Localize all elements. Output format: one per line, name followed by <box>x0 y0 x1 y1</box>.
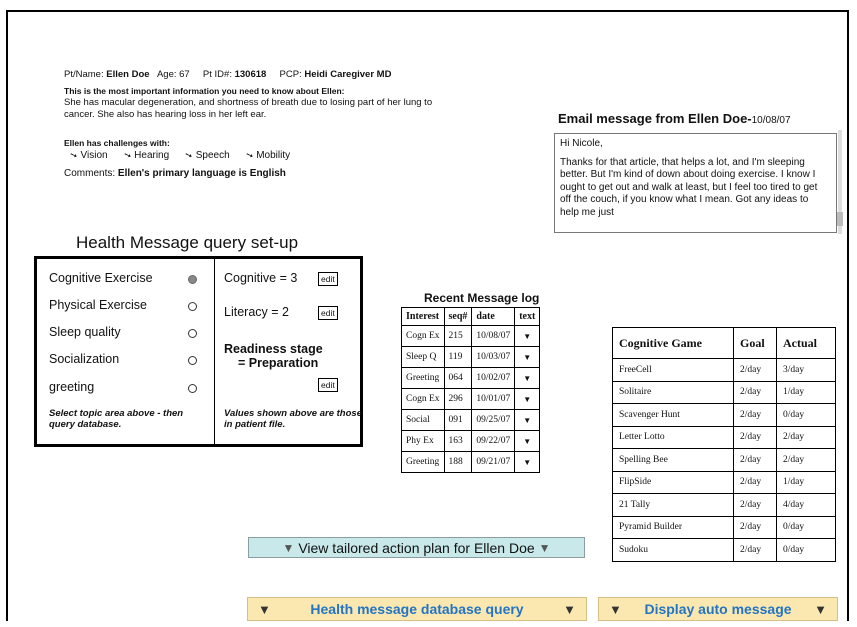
table-row: Pyramid Builder 2/day 0/day <box>612 515 836 539</box>
table-row: Letter Lotto 2/day 2/day <box>612 425 836 449</box>
table-row[interactable]: Greeting 064 10/02/07 ▼ <box>401 367 541 389</box>
cognitive-game-table: Cognitive Game Goal Actual FreeCell 2/day… <box>612 327 836 562</box>
table-row: Sudoku 2/day 0/day <box>612 538 836 562</box>
arrow-icon: ➘ <box>183 149 195 162</box>
pcp-label: PCP: <box>279 69 302 80</box>
patient-description: She has macular degeneration, and shortn… <box>64 97 433 120</box>
display-auto-message-button[interactable]: ▼ Display auto message ▼ <box>598 597 838 621</box>
arrow-icon: ➘ <box>68 149 79 162</box>
message-log-table: Interest seq# date text Cogn Ex 215 10/08/… <box>401 307 541 473</box>
triangle-down-icon: ▼ <box>258 601 271 617</box>
table-row: Scavenger Hunt 2/day 0/day <box>612 403 836 427</box>
radio-cognitive-exercise[interactable] <box>188 275 197 284</box>
patient-name: Ellen Doe <box>106 69 150 80</box>
id-label: Pt ID#: <box>202 69 232 80</box>
topic-sleep-quality[interactable]: Sleep quality <box>49 325 121 339</box>
readiness-stage: Readiness stage = Preparation <box>224 342 323 370</box>
triangle-down-icon: ▼ <box>609 601 622 617</box>
literacy-value: Literacy = 2 <box>224 305 289 319</box>
radio-sleep-quality[interactable] <box>188 329 197 338</box>
radio-socialization[interactable] <box>188 356 197 365</box>
table-row[interactable]: Cogn Ex 215 10/08/07 ▼ <box>401 325 541 347</box>
message-log-title: Recent Message log <box>424 291 540 305</box>
comments-label: Comments: <box>64 168 116 179</box>
table-row: Solitaire 2/day 1/day <box>612 380 836 404</box>
patient-pcp: Heidi Caregiver MD <box>304 69 392 80</box>
challenge-vision: ➘ Vision <box>68 149 108 162</box>
patient-id: 130618 <box>234 69 267 80</box>
table-row[interactable]: Phy Ex 163 09/22/07 ▼ <box>401 430 541 452</box>
comments: Comments: Ellen's primary language is En… <box>64 168 286 179</box>
table-row[interactable]: Cogn Ex 296 10/01/07 ▼ <box>401 388 541 410</box>
topic-socialization[interactable]: Socialization <box>49 352 119 366</box>
query-setup-panel: Cognitive Exercise Physical Exercise Sle… <box>34 256 363 447</box>
challenge-mobility: ➘ Mobility <box>244 149 291 162</box>
edit-readiness-button[interactable]: edit <box>318 378 338 392</box>
arrow-icon: ➘ <box>121 149 133 162</box>
table-row[interactable]: Greeting 188 09/21/07 ▼ <box>401 451 541 473</box>
triangle-down-icon: ▼ <box>563 601 576 617</box>
challenge-speech: ➘ Speech <box>183 149 230 162</box>
topic-greeting[interactable]: greeting <box>49 380 94 394</box>
table-row: FreeCell 2/day 3/day <box>612 358 836 382</box>
view-action-plan-button[interactable]: ▼ View tailored action plan for Ellen Do… <box>248 537 585 558</box>
table-header-row: Interest seq# date text <box>401 307 541 326</box>
table-row[interactable]: Social 091 09/25/07 ▼ <box>401 409 541 431</box>
panel-divider <box>214 259 215 444</box>
table-row: FlipSide 2/day 1/day <box>612 470 836 494</box>
edit-cognitive-button[interactable]: edit <box>318 272 338 286</box>
view-text-icon[interactable]: ▼ <box>514 367 541 389</box>
name-label: Pt/Name: <box>64 69 104 80</box>
scrollbar-thumb[interactable] <box>837 212 843 226</box>
email-message-box[interactable]: Hi Nicole, Thanks for that article, that… <box>554 133 837 233</box>
comments-text: Ellen's primary language is English <box>117 168 286 179</box>
table-header-row: Cognitive Game Goal Actual <box>612 327 836 359</box>
email-body: Thanks for that article, that helps a lo… <box>560 156 818 218</box>
values-hint: Values shown above are those in patient … <box>224 408 362 430</box>
topic-hint: Select topic area above - then query dat… <box>49 408 184 430</box>
triangle-down-icon: ▼ <box>282 540 295 555</box>
email-date: 10/08/07 <box>751 115 791 126</box>
table-row: 21 Tally 2/day 4/day <box>612 493 836 517</box>
view-text-icon[interactable]: ▼ <box>514 325 541 347</box>
triangle-down-icon: ▼ <box>538 540 551 555</box>
view-text-icon[interactable]: ▼ <box>514 430 541 452</box>
health-message-query-button[interactable]: ▼ Health message database query ▼ <box>247 597 587 621</box>
arrow-icon: ➘ <box>244 149 255 162</box>
age-label: Age: <box>156 69 177 80</box>
email-title: Email message from Ellen Doe-10/08/07 <box>558 111 791 126</box>
triangle-down-icon: ▼ <box>814 601 827 617</box>
edit-literacy-button[interactable]: edit <box>318 306 338 320</box>
radio-greeting[interactable] <box>188 384 197 393</box>
patient-info-line: Pt/Name: Ellen Doe Age: 67 Pt ID#: 13061… <box>64 69 391 80</box>
query-title: Health Message query set-up <box>76 233 299 252</box>
view-text-icon[interactable]: ▼ <box>514 388 541 410</box>
email-greeting: Hi Nicole, <box>560 138 603 149</box>
table-row[interactable]: Sleep Q 119 10/03/07 ▼ <box>401 346 541 368</box>
view-text-icon[interactable]: ▼ <box>514 451 541 473</box>
cognitive-value: Cognitive = 3 <box>224 271 298 285</box>
challenge-hearing: ➘ Hearing <box>121 149 170 162</box>
important-note: This is the most important information y… <box>64 86 345 96</box>
challenges-title: Ellen has challenges with: <box>64 138 170 148</box>
challenges-list: ➘ Vision ➘ Hearing ➘ Speech ➘ Mobility <box>68 149 291 162</box>
email-scrollbar[interactable] <box>836 126 844 238</box>
view-text-icon[interactable]: ▼ <box>514 409 541 431</box>
patient-age: 67 <box>179 69 190 80</box>
table-row: Spelling Bee 2/day 2/day <box>612 448 836 472</box>
topic-cognitive-exercise[interactable]: Cognitive Exercise <box>49 271 153 285</box>
radio-physical-exercise[interactable] <box>188 302 197 311</box>
view-text-icon[interactable]: ▼ <box>514 346 541 368</box>
topic-physical-exercise[interactable]: Physical Exercise <box>49 298 147 312</box>
